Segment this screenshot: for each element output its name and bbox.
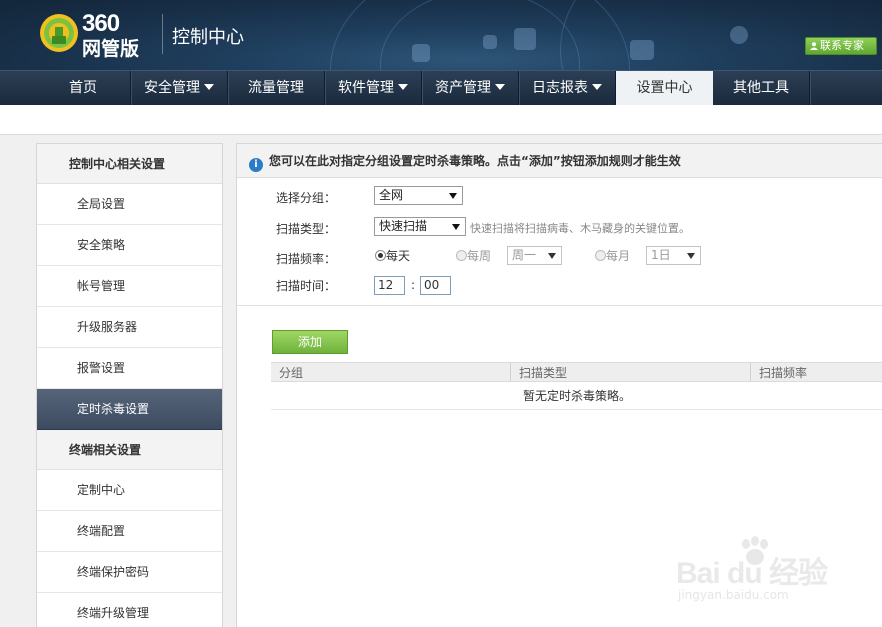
- sidebar-section-control-center: 控制中心相关设置: [37, 144, 222, 184]
- table-header: 分组 扫描类型 扫描频率: [271, 362, 882, 382]
- radio-unchecked-icon: [595, 250, 606, 261]
- sidebar-item-terminal-config[interactable]: 终端配置: [37, 511, 222, 552]
- caret-down-icon: [592, 84, 602, 90]
- decor-node-icon: [483, 35, 497, 49]
- contact-label: 联系专家: [820, 39, 864, 52]
- dropdown-arrow-icon: [449, 193, 457, 199]
- nav-label: 安全管理: [144, 80, 200, 96]
- radio-checked-icon: [375, 250, 386, 261]
- dropdown-arrow-icon: [548, 253, 556, 259]
- header-title: 控制中心: [172, 27, 244, 48]
- sidebar-item-account-management[interactable]: 帐号管理: [37, 266, 222, 307]
- time-label: 扫描时间：: [276, 279, 337, 293]
- column-header-group[interactable]: 分组: [271, 363, 511, 381]
- scan-type-select[interactable]: 快速扫描: [374, 217, 466, 236]
- dropdown-arrow-icon: [452, 224, 460, 230]
- freq-weekly-label: 每周: [467, 249, 492, 263]
- nav-label: 设置中心: [636, 80, 693, 96]
- minute-input[interactable]: 00: [420, 276, 451, 295]
- sidebar-item-security-policy[interactable]: 安全策略: [37, 225, 222, 266]
- sidebar-item-alarm-settings[interactable]: 报警设置: [37, 348, 222, 389]
- time-row: 扫描时间：: [276, 275, 374, 297]
- dropdown-arrow-icon: [687, 253, 695, 259]
- group-select[interactable]: 全网: [374, 186, 463, 205]
- nav-home[interactable]: 首页: [36, 71, 131, 106]
- caret-down-icon: [204, 84, 214, 90]
- info-icon: i: [249, 158, 263, 172]
- watermark-url: jingyan.baidu.com: [678, 588, 789, 602]
- sidebar-item-terminal-upgrade[interactable]: 终端升级管理: [37, 593, 222, 627]
- decor-node-icon: [412, 44, 430, 62]
- logo-product: 网管版: [82, 38, 140, 60]
- main-nav: 首页 安全管理 流量管理 软件管理 资产管理 日志报表 设置中心 其他工具: [0, 70, 882, 106]
- sidebar-section-terminal: 终端相关设置: [37, 430, 222, 470]
- group-select-value: 全网: [379, 188, 404, 202]
- nav-label: 其他工具: [733, 80, 789, 96]
- group-label: 选择分组：: [276, 191, 337, 205]
- column-header-scan-type[interactable]: 扫描类型: [511, 363, 751, 381]
- app-header: 360 网管版 控制中心 联系专家: [0, 0, 882, 70]
- divider: [237, 305, 882, 306]
- frequency-label: 扫描频率：: [276, 252, 337, 266]
- weekday-select[interactable]: 周一: [507, 246, 562, 265]
- table-empty-message: 暂无定时杀毒策略。: [271, 382, 882, 410]
- group-row: 选择分组：: [276, 187, 374, 209]
- nav-security[interactable]: 安全管理: [131, 71, 228, 106]
- sidebar-item-scheduled-scan[interactable]: 定时杀毒设置: [37, 389, 222, 430]
- add-button[interactable]: 添加: [272, 330, 348, 354]
- nav-label: 日志报表: [532, 80, 588, 96]
- hour-input[interactable]: 12: [374, 276, 405, 295]
- monthday-select[interactable]: 1日: [646, 246, 701, 265]
- nav-label: 资产管理: [435, 80, 491, 96]
- monthday-value: 1日: [651, 248, 671, 262]
- watermark-text: Bai du 经验: [676, 557, 828, 590]
- policy-table: 分组 扫描类型 扫描频率 暂无定时杀毒策略。: [271, 362, 882, 410]
- scan-type-label: 扫描类型：: [276, 222, 337, 236]
- scan-type-value: 快速扫描: [379, 219, 428, 233]
- freq-daily-radio[interactable]: 每天: [375, 247, 410, 265]
- column-header-frequency[interactable]: 扫描频率: [751, 363, 882, 381]
- sidebar-item-upgrade-server[interactable]: 升级服务器: [37, 307, 222, 348]
- nav-software[interactable]: 软件管理: [325, 71, 422, 106]
- nav-assets[interactable]: 资产管理: [422, 71, 519, 106]
- freq-monthly-radio[interactable]: 每月: [595, 247, 630, 265]
- nav-other-tools[interactable]: 其他工具: [713, 71, 810, 106]
- info-notice: i 您可以在此对指定分组设置定时杀毒策略。点击“添加”按钮添加规则才能生效: [237, 144, 882, 178]
- time-colon: :: [411, 278, 416, 292]
- nav-label: 首页: [69, 80, 97, 96]
- frequency-row: 扫描频率：: [276, 248, 374, 270]
- logo-divider: [162, 14, 163, 54]
- sidebar-item-customize-center[interactable]: 定制中心: [37, 470, 222, 511]
- nav-label: 软件管理: [338, 80, 394, 96]
- radio-unchecked-icon: [456, 250, 467, 261]
- nav-settings[interactable]: 设置中心: [616, 71, 713, 106]
- sidebar: 控制中心相关设置 全局设置 安全策略 帐号管理 升级服务器 报警设置 定时杀毒设…: [36, 143, 223, 627]
- sidebar-item-terminal-password[interactable]: 终端保护密码: [37, 552, 222, 593]
- sidebar-item-global-settings[interactable]: 全局设置: [37, 184, 222, 225]
- notice-text: 您可以在此对指定分组设置定时杀毒策略。点击“添加”按钮添加规则才能生效: [269, 154, 681, 168]
- decor-node-icon: [730, 26, 748, 44]
- sub-header-strip: [0, 105, 882, 135]
- decor-arc: [380, 0, 580, 70]
- freq-daily-label: 每天: [386, 249, 411, 263]
- freq-monthly-label: 每月: [606, 249, 631, 263]
- decor-node-icon: [630, 40, 654, 60]
- nav-label: 流量管理: [248, 80, 304, 96]
- nav-traffic[interactable]: 流量管理: [228, 71, 325, 106]
- weekday-value: 周一: [512, 248, 537, 262]
- person-icon: [810, 42, 818, 50]
- scan-type-row: 扫描类型：: [276, 218, 374, 240]
- caret-down-icon: [398, 84, 408, 90]
- contact-expert-button[interactable]: 联系专家: [805, 37, 877, 55]
- baidu-watermark: Bai du 经验 jingyan.baidu.com: [676, 536, 836, 616]
- freq-weekly-radio[interactable]: 每周: [456, 247, 491, 265]
- 360-logo-icon: [40, 14, 78, 52]
- nav-logs[interactable]: 日志报表: [519, 71, 616, 106]
- scan-type-hint: 快速扫描将扫描病毒、木马藏身的关键位置。: [470, 222, 690, 235]
- decor-node-icon: [514, 28, 536, 50]
- caret-down-icon: [495, 84, 505, 90]
- decor-arc: [560, 0, 882, 70]
